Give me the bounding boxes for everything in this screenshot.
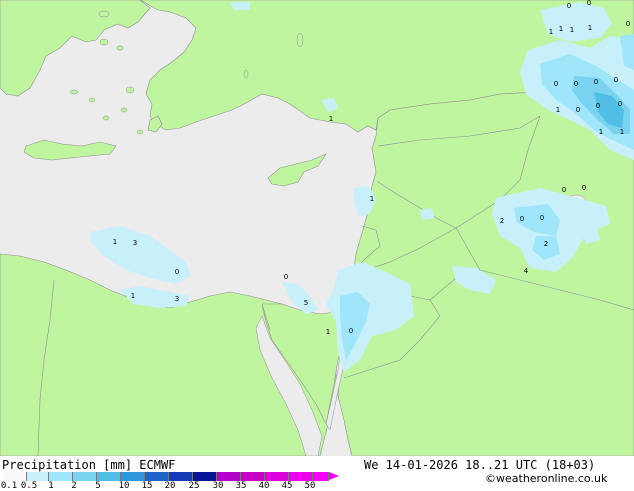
precip-value-label: 5	[304, 299, 308, 307]
precip-value-label: 1	[329, 115, 333, 123]
precip-value-label: 0	[520, 215, 524, 223]
precip-value-label: 1	[370, 195, 374, 203]
precip-value-label: 0	[554, 80, 558, 88]
precip-value-label: 0	[618, 100, 622, 108]
scale-swatch	[313, 472, 329, 481]
precip-value-label: 1	[549, 28, 553, 36]
precip-value-label: 1	[559, 25, 563, 33]
scale-swatch	[193, 472, 217, 481]
scale-swatch	[241, 472, 265, 481]
scale-swatch	[73, 472, 97, 481]
scale-swatch	[145, 472, 169, 481]
precip-value-label: 2	[544, 240, 548, 248]
precip-value-label: 0	[576, 106, 580, 114]
scale-swatch	[289, 472, 313, 481]
scale-swatch	[97, 472, 121, 481]
precip-value-label: 3	[175, 295, 179, 303]
precip-value-label: 0	[596, 102, 600, 110]
scale-swatch	[121, 472, 145, 481]
precipitation-map: 00011110000100011110020024130130510	[0, 0, 634, 456]
precip-value-label: 1	[131, 292, 135, 300]
scale-swatch	[3, 472, 27, 481]
map-canvas: 0 001 1 1 10 0 0 01 0 0 01 1110 02 0 0241 301 3051 0	[0, 0, 634, 456]
precip-value-label: 1	[556, 106, 560, 114]
precipitation-scale-bar	[3, 472, 339, 481]
precip-value-label: 0	[175, 268, 179, 276]
precip-value-label: 0	[582, 184, 586, 192]
scale-swatch	[169, 472, 193, 481]
precip-value-label: 0	[540, 214, 544, 222]
precip-value-label: 0	[574, 80, 578, 88]
scale-swatch	[27, 472, 49, 481]
precip-value-label: 0	[587, 0, 591, 7]
precip-value-label: 1	[620, 128, 624, 136]
precip-value-label: 0	[567, 2, 571, 10]
precip-value-label: 1	[113, 238, 117, 246]
scale-swatch	[49, 472, 73, 481]
precip-value-label: 0	[594, 78, 598, 86]
precip-value-label: 0	[284, 273, 288, 281]
precip-value-label: 0	[626, 20, 630, 28]
scale-arrow-icon	[329, 472, 339, 480]
precip-value-label: 3	[133, 239, 137, 247]
precip-value-label: 4	[524, 267, 529, 275]
precip-value-label: 0	[614, 76, 618, 84]
precip-value-label: 1	[326, 328, 330, 336]
footer-title: Precipitation [mm] ECMWF	[2, 458, 176, 472]
precip-value-label: 1	[599, 128, 603, 136]
footer-datetime: We 14-01-2026 18..21 UTC (18+03)	[364, 458, 596, 472]
scale-swatch	[265, 472, 289, 481]
precip-value-label: 0	[349, 327, 353, 335]
precip-value-label: 2	[500, 217, 504, 225]
precip-value-label: 0	[562, 186, 566, 194]
precip-value-label: 1	[588, 24, 592, 32]
scale-swatch	[217, 472, 241, 481]
precip-value-label: 1	[570, 26, 574, 34]
